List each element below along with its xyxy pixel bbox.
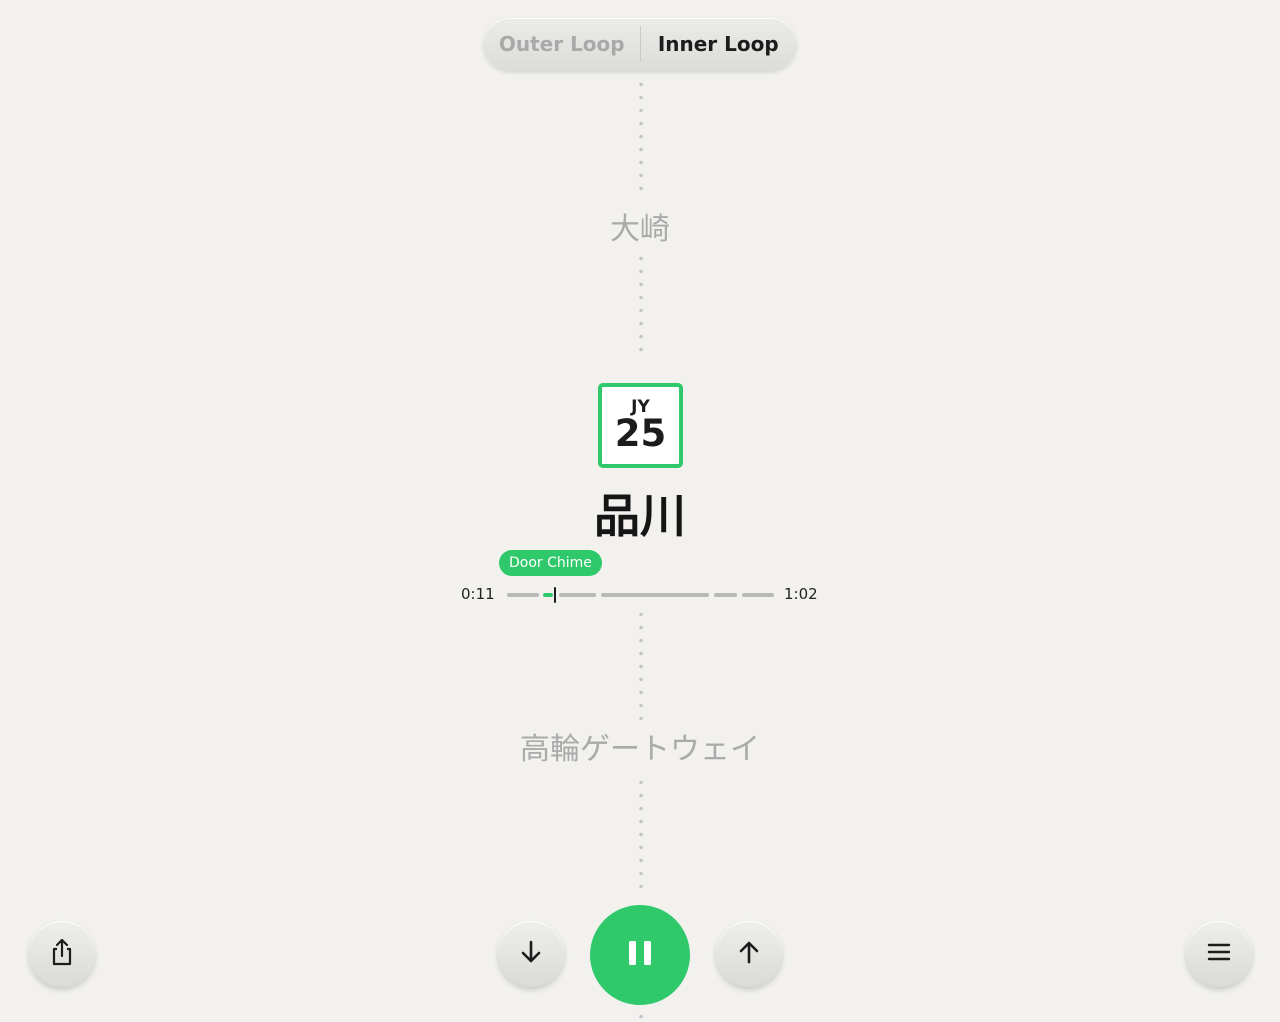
direction-toggle: Outer Loop Inner Loop: [484, 18, 796, 70]
track-line-end: [639, 1010, 643, 1022]
pause-icon: [628, 940, 652, 970]
pause-button[interactable]: [590, 905, 690, 1005]
track-line-top: [639, 78, 643, 196]
menu-icon: [1207, 943, 1231, 965]
menu-button[interactable]: [1186, 921, 1252, 987]
track-line-lower: [639, 608, 643, 720]
outer-loop-tab[interactable]: Outer Loop: [484, 18, 640, 70]
audio-progress-bar[interactable]: [505, 587, 775, 603]
station-number-badge: JY 25: [598, 383, 683, 468]
share-icon: [49, 938, 75, 970]
arrow-up-icon: [738, 940, 760, 968]
track-line-bottom: [639, 776, 643, 894]
next-station-name[interactable]: 高輪ゲートウェイ: [0, 724, 1280, 768]
track-label-tag: Door Chime: [499, 550, 602, 576]
track-line-upper: [639, 252, 643, 356]
progress-segment-played: [543, 593, 553, 597]
previous-station-name[interactable]: 大崎: [0, 204, 1280, 248]
arrow-down-icon: [520, 940, 542, 968]
progress-segment: [742, 593, 774, 597]
current-station-name: 品川: [594, 489, 686, 543]
playhead-handle[interactable]: [553, 587, 556, 603]
progress-segment: [714, 593, 737, 597]
share-button[interactable]: [29, 921, 95, 987]
progress-segment: [601, 593, 709, 597]
station-number: 25: [614, 412, 667, 455]
elapsed-time: 0:11: [461, 585, 495, 603]
duration-time: 1:02: [784, 585, 818, 603]
next-station-button[interactable]: [716, 921, 782, 987]
progress-segment: [559, 593, 596, 597]
inner-loop-tab[interactable]: Inner Loop: [641, 18, 797, 70]
progress-segment: [507, 593, 539, 597]
previous-station-button[interactable]: [498, 921, 564, 987]
